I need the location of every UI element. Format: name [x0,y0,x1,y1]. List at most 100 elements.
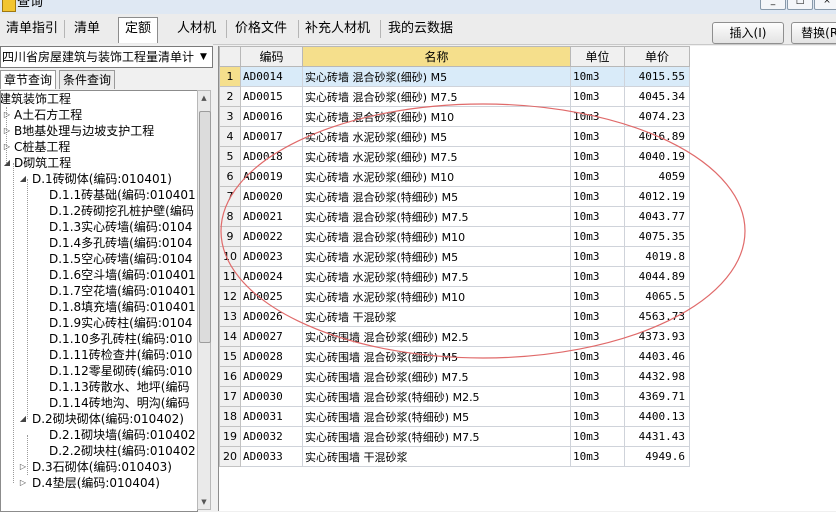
cell-unit: 10m3 [570,66,625,87]
cell-unit: 10m3 [570,346,625,367]
table-row[interactable]: 7 AD0020 实心砖墙 混合砂浆(特细砂) M5 10m3 4012.19 [219,186,690,207]
table-row[interactable]: 14 AD0027 实心砖围墙 混合砂浆(细砂) M2.5 10m3 4373.93 [219,326,690,347]
tree-node[interactable]: D.1.6空斗墙(编码:010401 [49,267,196,283]
tree-node-label: B地基处理与边坡支护工程 [14,124,155,138]
table-row[interactable]: 1 AD0014 实心砖墙 混合砂浆(细砂) M5 10m3 4015.55 [219,66,690,87]
tab-condition-search[interactable]: 条件查询 [59,70,116,89]
table-row[interactable]: 2 AD0015 实心砖墙 混合砂浆(细砂) M7.5 10m3 4045.34 [219,86,690,107]
tree-node[interactable]: D.1.9实心砖柱(编码:0104 [49,315,192,331]
library-select[interactable]: 四川省房屋建筑与装饰工程量清单计 ▼ [0,46,213,68]
cell-name: 实心砖墙 水泥砂浆(特细砂) M10 [302,286,571,307]
tree-scrollbar[interactable]: ▲ ▼ [197,90,211,510]
table-row[interactable]: 9 AD0022 实心砖墙 混合砂浆(特细砂) M10 10m3 4075.35 [219,226,690,247]
cell-code: AD0015 [240,86,303,107]
chevron-down-icon[interactable]: ▼ [195,47,212,67]
cell-code: AD0028 [240,346,303,367]
tree-node[interactable]: D.1.10多孔砖柱(编码:010 [49,331,192,347]
table-row[interactable]: 15 AD0028 实心砖围墙 混合砂浆(细砂) M5 10m3 4403.46 [219,346,690,367]
cell-code: AD0019 [240,166,303,187]
collapse-icon[interactable]: ◢ [19,411,27,427]
tab-cloud-data[interactable]: 我的云数据 [382,18,459,40]
tree-node[interactable]: ▷ A土石方工程 [3,107,82,123]
tree-node[interactable]: D.1.3实心砖墙(编码:0104 [49,219,192,235]
price-column-header[interactable]: 单价 [624,46,690,67]
table-row[interactable]: 4 AD0017 实心砖墙 水泥砂浆(细砂) M5 10m3 4016.89 [219,126,690,147]
unit-column-header[interactable]: 单位 [570,46,625,67]
table-row[interactable]: 6 AD0019 实心砖墙 水泥砂浆(细砂) M10 10m3 4059 [219,166,690,187]
insert-button[interactable]: 插入(I) [712,22,784,44]
tree-node[interactable]: ◢ D.1砖砌体(编码:010401) [19,171,172,187]
tree-node[interactable]: ◢ D.2砌块砌体(编码:010402) [19,411,184,427]
expand-icon[interactable]: ▷ [3,107,11,123]
tree-node-label: 建筑装饰工程 [0,92,72,106]
row-number: 19 [219,426,241,447]
table-row[interactable]: 5 AD0018 实心砖墙 水泥砂浆(细砂) M7.5 10m3 4040.19 [219,146,690,167]
tree-node[interactable]: D.1.8填充墙(编码:010401 [49,299,196,315]
table-row[interactable]: 18 AD0031 实心砖围墙 混合砂浆(特细砂) M5 10m3 4400.13 [219,406,690,427]
tree-node-label: D.1.1砖基础(编码:010401 [49,188,196,202]
table-row[interactable]: 20 AD0033 实心砖围墙 干混砂浆 10m3 4949.6 [219,446,690,467]
tree-node[interactable]: D.1.5空心砖墙(编码:0104 [49,251,192,267]
row-number: 16 [219,366,241,387]
table-row[interactable]: 17 AD0030 实心砖围墙 混合砂浆(特细砂) M2.5 10m3 4369.71 [219,386,690,407]
expand-icon[interactable]: ▷ [3,139,11,155]
tab-materials[interactable]: 人材机 [171,18,222,40]
name-column-header[interactable]: 名称 [302,46,571,67]
scroll-down-icon[interactable]: ▼ [198,495,210,509]
replace-button[interactable]: 替换(R) [791,22,836,44]
expand-icon[interactable]: ▷ [3,123,11,139]
table-row[interactable]: 10 AD0023 实心砖墙 水泥砂浆(特细砂) M5 10m3 4019.8 [219,246,690,267]
tab-separator [64,20,65,38]
row-number: 14 [219,326,241,347]
maximize-icon[interactable]: □ [787,0,813,10]
tree-node[interactable]: 建筑装饰工程 [0,91,72,107]
scroll-up-icon[interactable]: ▲ [198,91,210,105]
collapse-icon[interactable]: ◢ [19,171,27,187]
expand-icon[interactable]: ▷ [19,459,27,475]
tree-node[interactable]: D.2.2砌块柱(编码:010402 [49,443,196,459]
table-row[interactable]: 12 AD0025 实心砖墙 水泥砂浆(特细砂) M10 10m3 4065.5 [219,286,690,307]
tree-node[interactable]: D.2.1砌块墙(编码:010402 [49,427,196,443]
tree-node[interactable]: D.1.2砖砌挖孔桩护壁(编码 [49,203,194,219]
tree-node[interactable]: D.1.4多孔砖墙(编码:0104 [49,235,192,251]
expand-icon[interactable]: ▷ [19,475,27,491]
table-row[interactable]: 3 AD0016 实心砖墙 混合砂浆(细砂) M10 10m3 4074.23 [219,106,690,127]
tree-node[interactable]: ▷ C桩基工程 [3,139,70,155]
tree-node[interactable]: ▷ D.4垫层(编码:010404) [19,475,160,491]
table-row[interactable]: 8 AD0021 实心砖墙 混合砂浆(特细砂) M7.5 10m3 4043.77 [219,206,690,227]
tab-quota[interactable]: 定额 [118,17,159,43]
table-row[interactable]: 19 AD0032 实心砖围墙 混合砂浆(特细砂) M7.5 10m3 4431.43 [219,426,690,447]
tree-node[interactable]: D.1.1砖基础(编码:010401 [49,187,196,203]
tree-node[interactable]: D.1.14砖地沟、明沟(编码 [49,395,189,411]
code-column-header[interactable]: 编码 [240,46,303,67]
close-icon[interactable]: × [814,0,836,10]
cell-unit: 10m3 [570,106,625,127]
tab-price-file[interactable]: 价格文件 [229,18,293,40]
table-row[interactable]: 16 AD0029 实心砖围墙 混合砂浆(细砂) M7.5 10m3 4432.98 [219,366,690,387]
tree-node[interactable]: D.1.11砖检查井(编码:010 [49,347,192,363]
tree-node[interactable]: ◢ D砌筑工程 [3,155,71,171]
tree-node[interactable]: D.1.12零星砌砖(编码:010 [49,363,192,379]
tab-supplement-materials[interactable]: 补充人材机 [299,18,376,40]
minimize-icon[interactable]: _ [760,0,786,10]
cell-name: 实心砖墙 水泥砂浆(细砂) M7.5 [302,146,571,167]
chapter-tree[interactable]: 建筑装饰工程 ▷ A土石方工程 ▷ B地基处理与边坡支护工程 ▷ C桩基工程 ◢ D砌筑… [0,90,198,512]
tree-node[interactable]: ▷ B地基处理与边坡支护工程 [3,123,155,139]
tree-node[interactable]: ▷ D.3石砌体(编码:010403) [19,459,172,475]
collapse-icon[interactable]: ◢ [3,155,11,171]
table-row[interactable]: 13 AD0026 实心砖墙 干混砂浆 10m3 4563.73 [219,306,690,327]
table-row[interactable]: 11 AD0024 实心砖墙 水泥砂浆(特细砂) M7.5 10m3 4044.89 [219,266,690,287]
cell-name: 实心砖围墙 混合砂浆(特细砂) M2.5 [302,386,571,407]
tab-list-guide[interactable]: 清单指引 [0,18,64,40]
tree-node[interactable]: D.1.13砖散水、地坪(编码 [49,379,189,395]
tab-list[interactable]: 清单 [68,18,106,40]
cell-unit: 10m3 [570,306,625,327]
row-number: 2 [219,86,241,107]
cell-name: 实心砖墙 混合砂浆(细砂) M10 [302,106,571,127]
tab-chapter-search[interactable]: 章节查询 [0,70,57,89]
tree-node[interactable]: D.1.7空花墙(编码:010401 [49,283,196,299]
cell-unit: 10m3 [570,426,625,447]
library-select-value: 四川省房屋建筑与装饰工程量清单计 [2,50,195,64]
title-bar: 查询 _ □ × [0,0,836,14]
scrollbar-thumb[interactable] [199,111,211,343]
